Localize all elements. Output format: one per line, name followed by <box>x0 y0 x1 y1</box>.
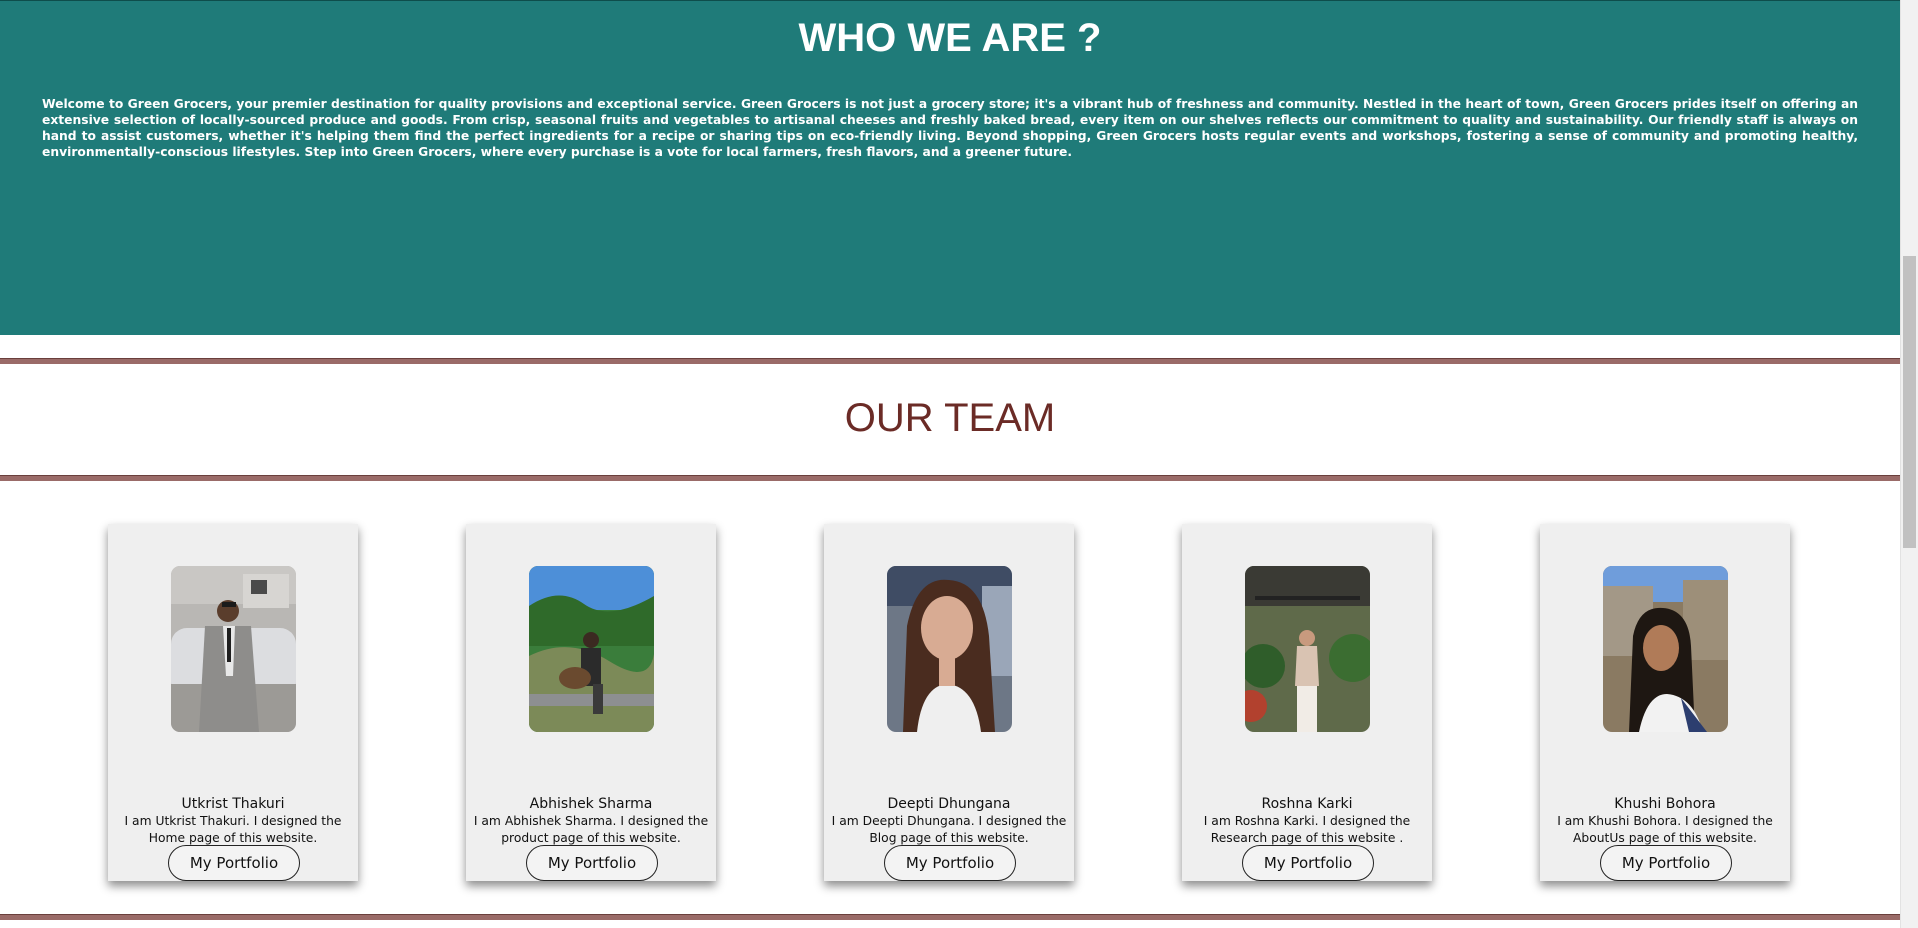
vertical-scrollbar[interactable] <box>1900 0 1918 928</box>
our-team-title: OUR TEAM <box>844 396 1056 440</box>
member-name: Deepti Dhungana <box>887 796 1011 812</box>
divider-middle <box>0 475 1900 481</box>
portrait-photo <box>529 566 654 732</box>
divider-top <box>0 358 1900 364</box>
member-description: I am Deepti Dhungana. I designed the Blo… <box>831 814 1067 845</box>
who-we-are-text: Welcome to Green Grocers, your premier d… <box>42 97 1858 159</box>
team-card-khushi: Khushi Bohora I am Khushi Bohora. I desi… <box>1540 524 1790 881</box>
member-description: I am Roshna Karki. I designed the Resear… <box>1203 814 1411 845</box>
team-card-abhishek: Abhishek Sharma I am Abhishek Sharma. I … <box>466 524 716 881</box>
portrait-photo <box>1603 566 1728 732</box>
scrollbar-thumb[interactable] <box>1903 256 1916 548</box>
page: WHO WE ARE ? Welcome to Green Grocers, y… <box>0 0 1900 928</box>
team-card-deepti: Deepti Dhungana I am Deepti Dhungana. I … <box>824 524 1074 881</box>
member-photo-roshna <box>1245 566 1370 732</box>
member-photo-deepti <box>887 566 1012 732</box>
who-we-are-title: WHO WE ARE ? <box>798 16 1102 60</box>
member-name: Abhishek Sharma <box>529 796 653 812</box>
portfolio-button-abhishek[interactable]: My Portfolio <box>526 845 658 881</box>
portfolio-button-khushi[interactable]: My Portfolio <box>1600 845 1732 881</box>
divider-bottom <box>0 914 1900 920</box>
team-card-roshna: Roshna Karki I am Roshna Karki. I design… <box>1182 524 1432 881</box>
member-name: Khushi Bohora <box>1614 796 1716 812</box>
member-name: Roshna Karki <box>1261 796 1353 812</box>
who-we-are-section: WHO WE ARE ? Welcome to Green Grocers, y… <box>0 0 1900 335</box>
portfolio-button-utkrist[interactable]: My Portfolio <box>168 845 300 881</box>
portrait-photo <box>1245 566 1370 732</box>
portfolio-button-deepti[interactable]: My Portfolio <box>884 845 1016 881</box>
member-name: Utkrist Thakuri <box>181 796 285 812</box>
portrait-photo <box>171 566 296 732</box>
member-description: I am Abhishek Sharma. I designed the pro… <box>473 814 709 845</box>
portfolio-button-roshna[interactable]: My Portfolio <box>1242 845 1374 881</box>
member-description: I am Utkrist Thakuri. I designed the Hom… <box>124 814 342 845</box>
member-photo-utkrist <box>171 566 296 732</box>
member-photo-abhishek <box>529 566 654 732</box>
team-card-utkrist: Utkrist Thakuri I am Utkrist Thakuri. I … <box>108 524 358 881</box>
member-photo-khushi <box>1603 566 1728 732</box>
member-description: I am Khushi Bohora. I designed the About… <box>1557 814 1773 845</box>
portrait-photo <box>887 566 1012 732</box>
